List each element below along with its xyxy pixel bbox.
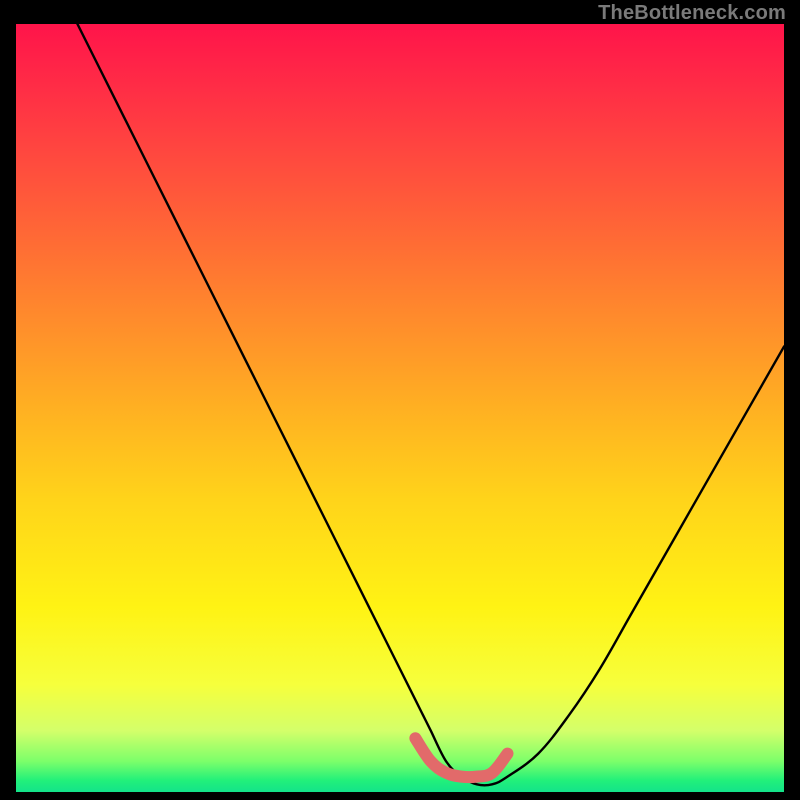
- chart-frame: [16, 24, 784, 792]
- chart-svg: [16, 24, 784, 792]
- bottleneck-floor-pink: [415, 738, 507, 777]
- bottleneck-curve-black: [77, 24, 784, 785]
- watermark-text: TheBottleneck.com: [598, 2, 786, 25]
